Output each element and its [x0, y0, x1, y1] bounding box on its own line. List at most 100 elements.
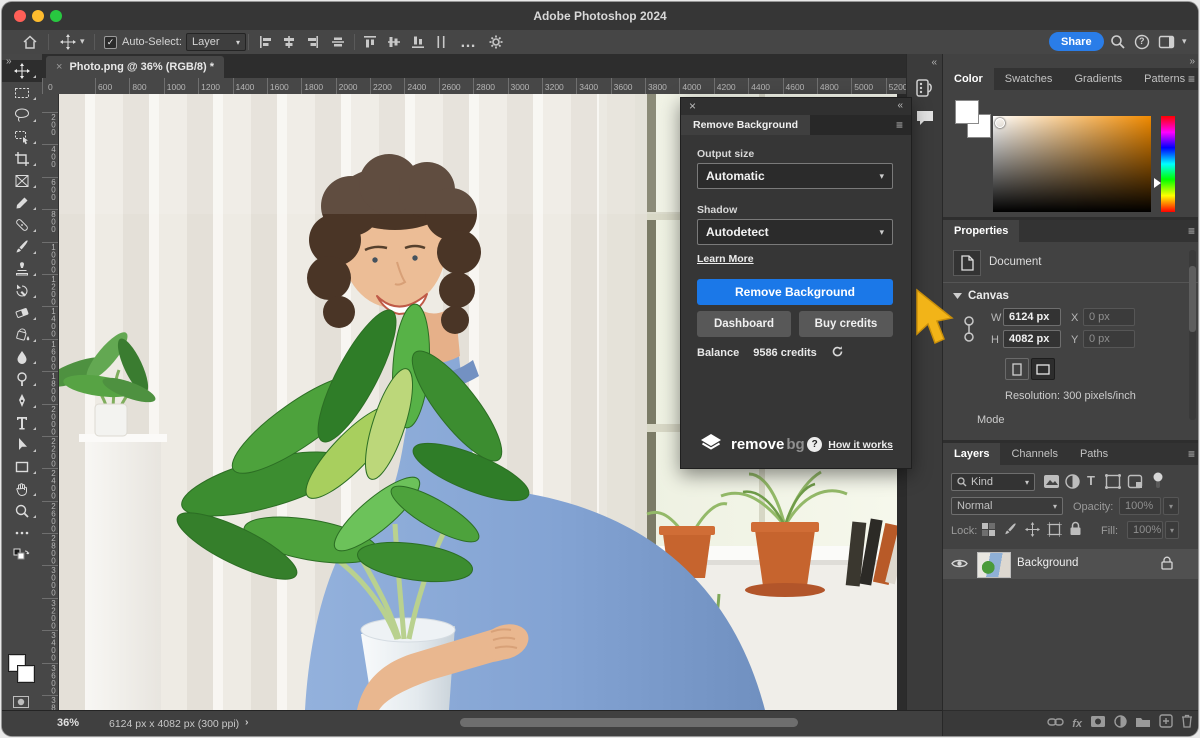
blur-tool[interactable]	[2, 346, 42, 368]
hand-tool[interactable]	[2, 478, 42, 500]
delete-layer-icon[interactable]	[1181, 714, 1193, 733]
properties-scrollbar-thumb[interactable]	[1189, 266, 1196, 332]
align-right-icon[interactable]	[306, 35, 320, 54]
color-panel-tab[interactable]: Swatches	[994, 68, 1064, 90]
layers-panel-tab[interactable]: Layers	[943, 443, 1000, 465]
status-chevron-icon[interactable]: ›	[245, 716, 249, 728]
object-selection-tool[interactable]	[2, 126, 42, 148]
new-group-icon[interactable]	[1135, 715, 1151, 733]
portrait-orientation-button[interactable]	[1005, 358, 1029, 380]
collapse-panel-icon[interactable]: «	[897, 100, 903, 111]
visibility-eye-icon[interactable]	[951, 557, 968, 575]
chevron-down-icon[interactable]: ▾	[80, 36, 85, 47]
panel-menu-icon[interactable]: ≡	[1188, 224, 1195, 238]
align-left-icon[interactable]	[258, 35, 272, 54]
auto-select-checkbox[interactable]: ✓	[104, 36, 117, 49]
zoom-tool[interactable]	[2, 500, 42, 522]
share-button[interactable]: Share	[1049, 32, 1104, 51]
crop-tool[interactable]	[2, 148, 42, 170]
layer-filter-select[interactable]: Kind ▾	[951, 473, 1035, 491]
how-it-works-link[interactable]: How it works	[828, 439, 893, 451]
search-icon[interactable]	[1110, 34, 1126, 55]
brush-tool[interactable]	[2, 236, 42, 258]
panel-menu-icon[interactable]: ≡	[1188, 72, 1195, 86]
fill-chevron[interactable]: ▾	[1165, 521, 1179, 539]
paint-bucket-tool[interactable]	[2, 324, 42, 346]
edit-toolbar-button[interactable]	[2, 522, 42, 544]
color-picker-marker[interactable]	[995, 118, 1005, 128]
chevron-down-icon[interactable]: ▾	[1182, 36, 1187, 47]
more-options-icon[interactable]: …	[460, 34, 476, 52]
horizontal-scrollbar-thumb[interactable]	[460, 718, 798, 727]
align-center-vertical-icon[interactable]	[330, 35, 344, 54]
workspace-icon[interactable]	[1158, 34, 1176, 55]
pen-tool[interactable]	[2, 390, 42, 412]
layers-panel-tab[interactable]: Paths	[1069, 443, 1119, 465]
color-panel-tab[interactable]: Patterns	[1133, 68, 1196, 90]
type-tool[interactable]	[2, 412, 42, 434]
clone-stamp-tool[interactable]	[2, 258, 42, 280]
marquee-tool[interactable]	[2, 82, 42, 104]
healing-brush-tool[interactable]	[2, 214, 42, 236]
collapse-dock-icon[interactable]: »	[1189, 56, 1195, 67]
eraser-tool[interactable]	[2, 302, 42, 324]
lock-position-icon[interactable]	[1025, 522, 1040, 542]
panel-menu-icon[interactable]: ≡	[1188, 447, 1195, 461]
add-mask-icon[interactable]	[1090, 715, 1106, 733]
plugin-tab[interactable]: Remove Background	[681, 115, 810, 135]
document-icon[interactable]	[953, 250, 981, 276]
link-layers-icon[interactable]	[1047, 715, 1064, 733]
toolbar-collapse-icon[interactable]: »	[6, 56, 12, 67]
auto-select-target-select[interactable]: Layer ▾	[186, 33, 246, 51]
align-center-horizontal-icon[interactable]	[282, 35, 296, 54]
output-size-select[interactable]: Automatic ▾	[697, 163, 893, 189]
close-tab-icon[interactable]: ×	[56, 61, 62, 73]
extension-panel-icon[interactable]	[907, 78, 943, 98]
hue-slider-marker[interactable]	[1154, 178, 1161, 188]
link-dimensions-icon[interactable]	[963, 314, 975, 349]
blend-mode-select[interactable]: Normal ▾	[951, 497, 1063, 515]
layer-effects-icon[interactable]: fx	[1072, 718, 1082, 730]
learn-more-link[interactable]: Learn More	[697, 253, 754, 265]
color-panel-tab[interactable]: Color	[943, 68, 994, 90]
filter-type-layers-icon[interactable]: T	[1087, 473, 1095, 488]
frame-tool[interactable]	[2, 170, 42, 192]
layer-thumbnail[interactable]	[977, 552, 1011, 578]
filter-pixel-layers-icon[interactable]	[1043, 474, 1060, 494]
refresh-icon[interactable]	[831, 345, 844, 361]
background-color-swatch[interactable]	[17, 665, 35, 683]
close-panel-icon[interactable]: ×	[689, 99, 696, 113]
opacity-chevron[interactable]: ▾	[1163, 497, 1179, 515]
layers-panel-tab[interactable]: Channels	[1000, 443, 1068, 465]
filter-shape-layers-icon[interactable]	[1105, 474, 1121, 494]
height-input[interactable]: 4082 px	[1003, 330, 1061, 348]
adjustment-layer-icon[interactable]	[1114, 715, 1127, 733]
width-input[interactable]: 6124 px	[1003, 308, 1061, 326]
panel-menu-icon[interactable]: ≡	[896, 118, 903, 132]
dashboard-button[interactable]: Dashboard	[697, 311, 791, 337]
distribute-horizontal-icon[interactable]	[434, 35, 448, 54]
filter-toggle[interactable]	[1151, 472, 1165, 494]
lasso-tool[interactable]	[2, 104, 42, 126]
comments-icon[interactable]	[907, 108, 943, 126]
help-icon[interactable]: ?	[1134, 34, 1150, 55]
history-brush-tool[interactable]	[2, 280, 42, 302]
remove-background-button[interactable]: Remove Background	[697, 279, 893, 305]
filter-smart-objects-icon[interactable]	[1127, 474, 1143, 494]
dodge-tool[interactable]	[2, 368, 42, 390]
opacity-input[interactable]: 100%	[1119, 497, 1161, 515]
rectangle-tool[interactable]	[2, 456, 42, 478]
filter-adjustment-layers-icon[interactable]	[1065, 474, 1080, 494]
new-layer-icon[interactable]	[1159, 714, 1173, 733]
lock-pixels-icon[interactable]	[1003, 522, 1018, 542]
zoom-level[interactable]: 36%	[57, 717, 79, 729]
lock-transparency-icon[interactable]	[981, 522, 996, 542]
tab-properties[interactable]: Properties	[943, 220, 1019, 242]
lock-artboard-icon[interactable]	[1047, 522, 1062, 542]
document-tab[interactable]: × Photo.png @ 36% (RGB/8) *	[46, 56, 224, 78]
foreground-color-swatch[interactable]	[955, 100, 979, 124]
shadow-select[interactable]: Autodetect ▾	[697, 219, 893, 245]
gear-icon[interactable]	[488, 34, 504, 55]
align-top-icon[interactable]	[362, 35, 376, 54]
hue-slider[interactable]	[1161, 116, 1175, 212]
